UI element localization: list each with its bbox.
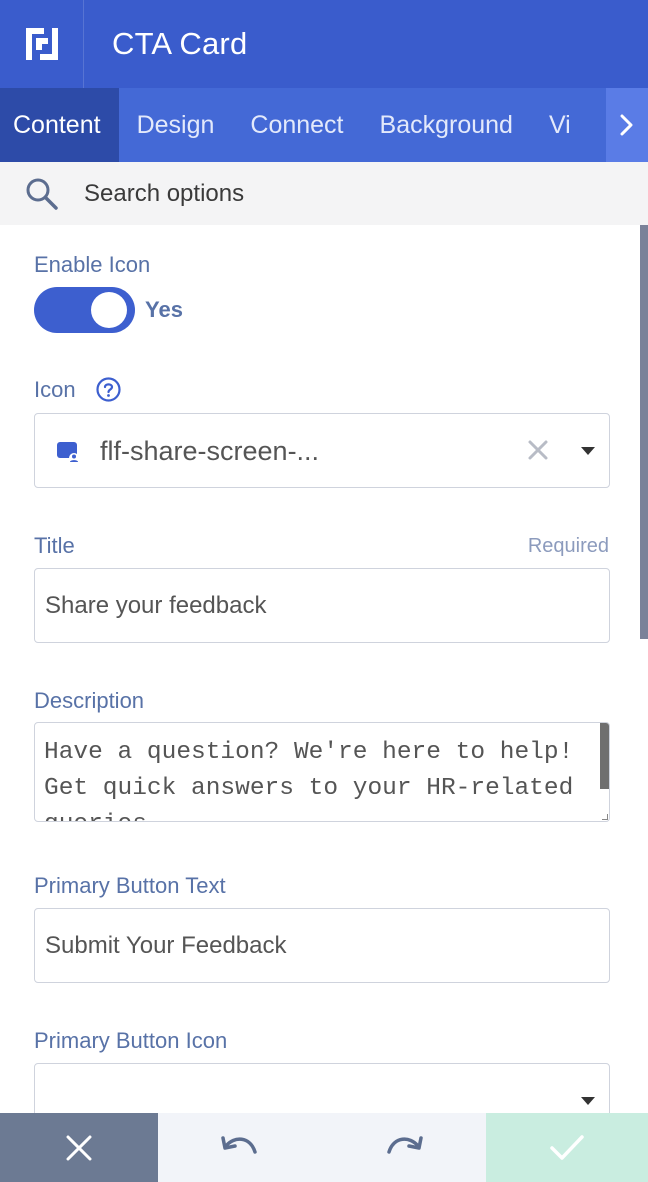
enable-icon-label: Enable Icon [34, 252, 151, 277]
icon-label: Icon [34, 377, 76, 402]
enable-icon-state: Yes [145, 297, 183, 322]
search-bar [0, 162, 648, 225]
chevron-down-icon[interactable] [581, 447, 595, 455]
primary-button-text-label: Primary Button Text [34, 873, 226, 898]
app-header: CTA Card [0, 0, 648, 88]
undo-icon [221, 1135, 257, 1154]
panel-scrollbar[interactable] [640, 225, 648, 639]
clear-icon[interactable] [527, 439, 549, 461]
toggle-knob [91, 292, 127, 328]
required-indicator: Required [527, 535, 609, 557]
logo-icon [25, 28, 58, 60]
tab-visibility[interactable]: Visibility [531, 88, 571, 162]
description-label: Description [34, 688, 145, 713]
tab-connect[interactable]: Connect [232, 88, 361, 162]
action-footer [0, 1113, 648, 1182]
chevron-right-icon [620, 114, 633, 136]
title-input[interactable] [45, 569, 585, 642]
resize-grip-icon[interactable] [602, 814, 608, 820]
cancel-button[interactable] [0, 1113, 158, 1182]
share-screen-icon [57, 442, 79, 463]
primary-button-icon-select[interactable] [34, 1063, 610, 1113]
search-input[interactable] [84, 179, 584, 208]
primary-button-text-field[interactable] [34, 908, 610, 983]
primary-button-text-input[interactable] [45, 909, 585, 982]
enable-icon-toggle[interactable] [34, 287, 135, 333]
icon-select[interactable]: flf-share-screen-... [34, 413, 610, 488]
close-icon [66, 1135, 92, 1160]
check-icon [550, 1134, 584, 1160]
settings-tabs: Content Design Connect Background Visibi… [0, 88, 648, 162]
undo-button[interactable] [158, 1113, 322, 1182]
builder-logo [0, 0, 84, 88]
tab-background[interactable]: Background [362, 88, 531, 162]
textarea-scrollbar[interactable] [600, 723, 609, 789]
icon-select-value: flf-share-screen-... [100, 436, 320, 466]
description-text: Have a question? We're here to help! Get… [44, 739, 574, 821]
title-field[interactable] [34, 568, 610, 643]
title-label: Title [34, 533, 75, 558]
tabs-scroll-right-button[interactable] [606, 88, 648, 162]
module-title: CTA Card [112, 26, 248, 61]
chevron-down-icon[interactable] [581, 1097, 595, 1105]
primary-button-icon-label: Primary Button Icon [34, 1028, 228, 1053]
redo-button[interactable] [322, 1113, 486, 1182]
tab-content[interactable]: Content [0, 88, 119, 162]
search-icon [26, 178, 58, 210]
description-textarea[interactable]: Have a question? We're here to help! Get… [34, 722, 610, 822]
options-panel: Enable Icon Yes Icon flf-share-screen-..… [0, 225, 648, 1113]
help-icon[interactable] [96, 377, 121, 402]
save-button[interactable] [486, 1113, 648, 1182]
tab-design[interactable]: Design [119, 88, 233, 162]
redo-icon [387, 1135, 423, 1154]
